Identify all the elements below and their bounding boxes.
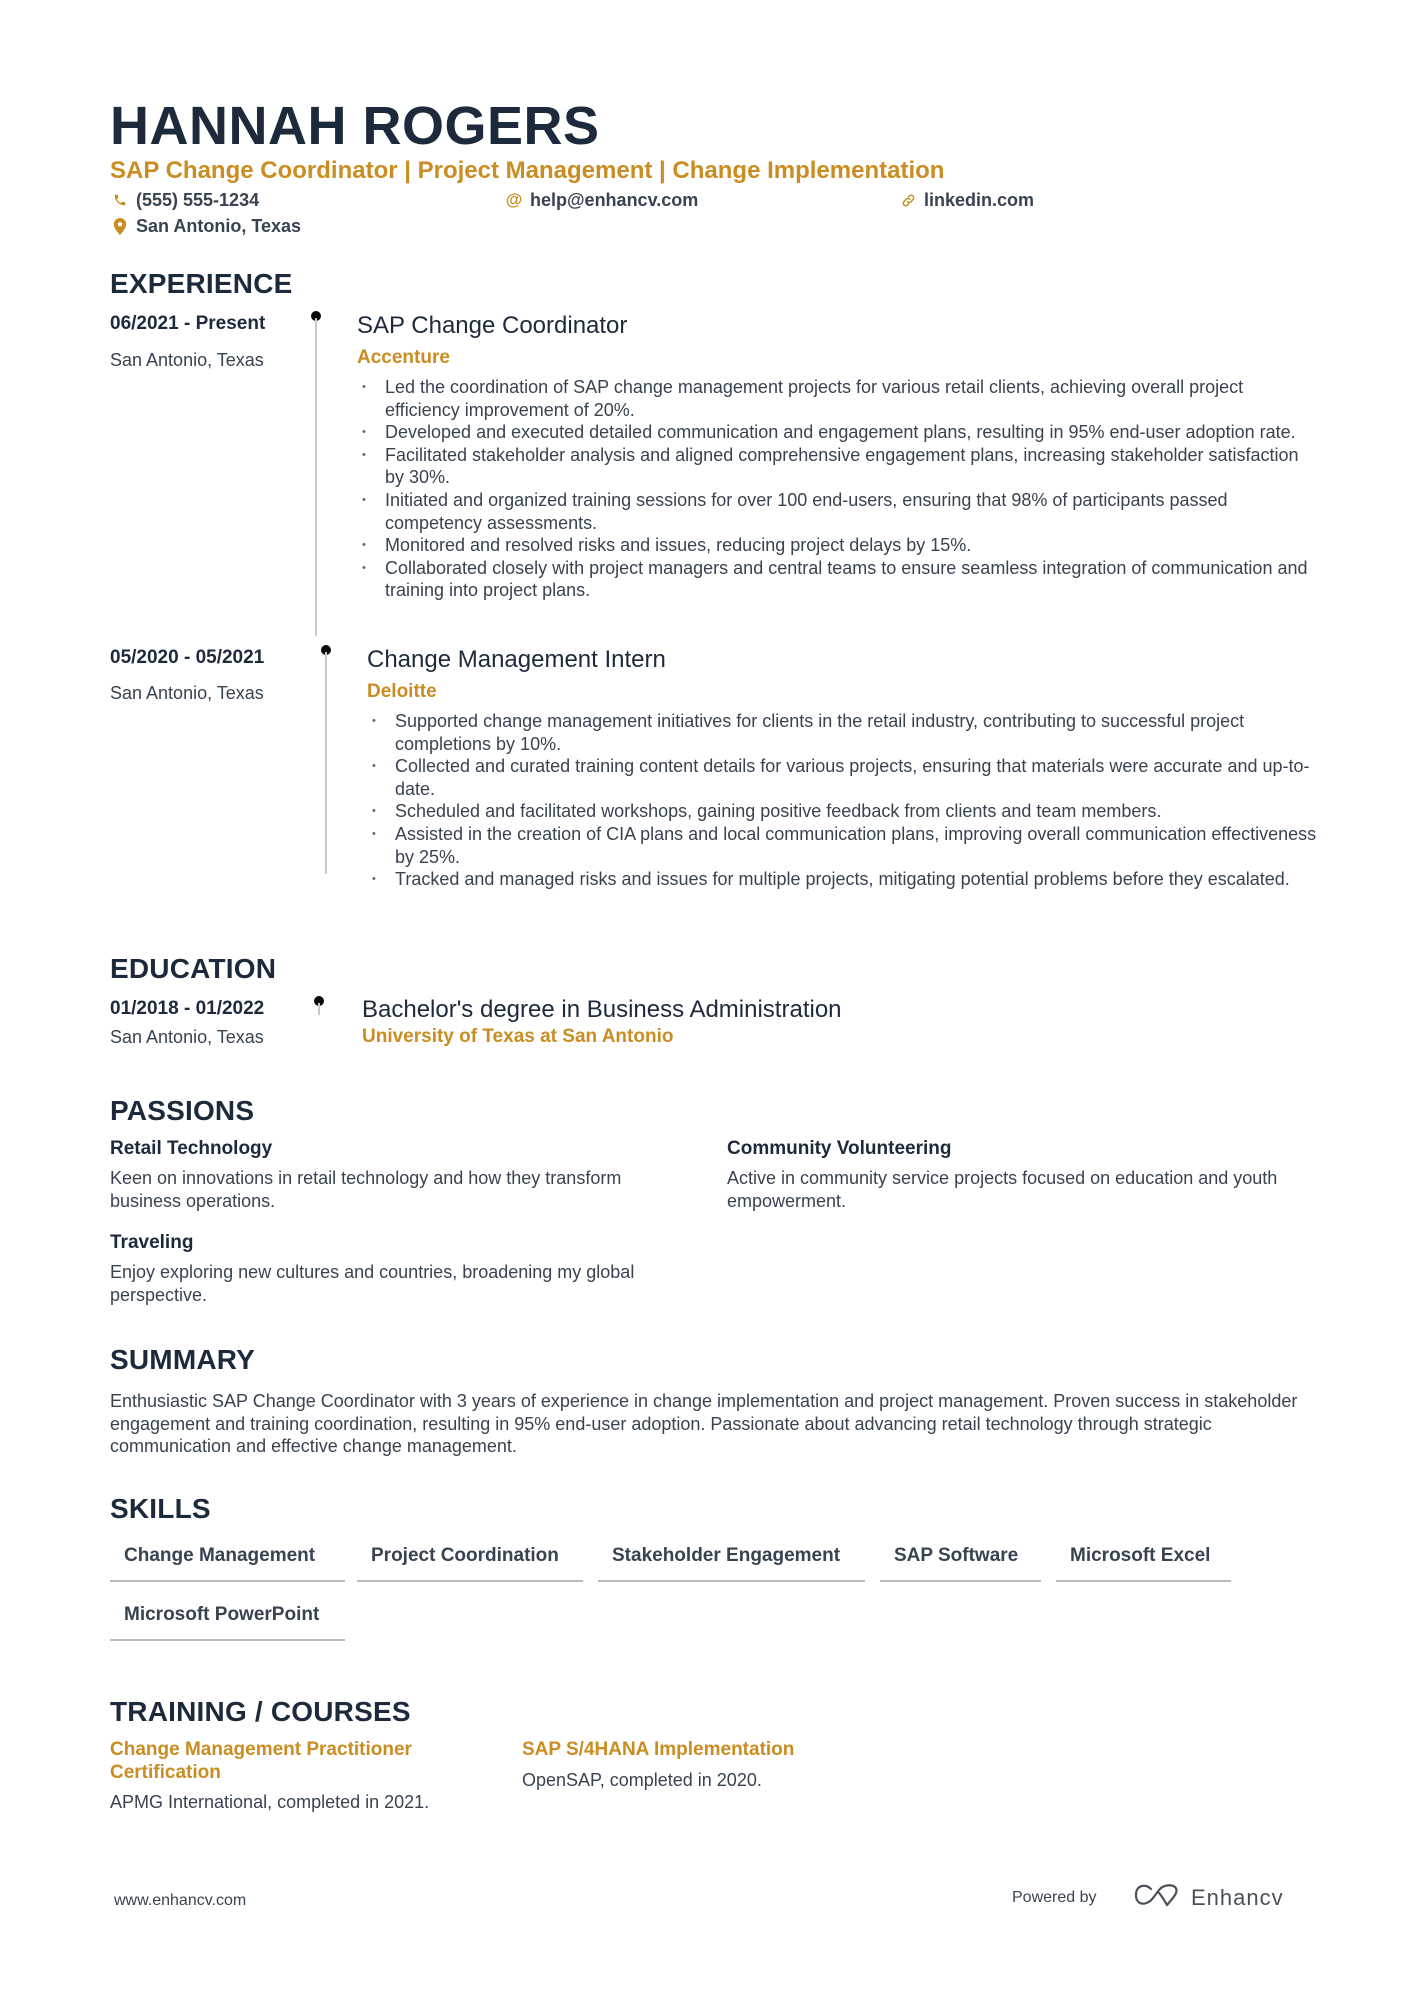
location-text: San Antonio, Texas — [136, 216, 302, 236]
job-dates: 06/2021 - Present — [110, 313, 266, 334]
passion-title: Traveling — [110, 1232, 194, 1253]
education-heading: EDUCATION — [110, 953, 277, 984]
bullet-item: Supported change management initiatives … — [370, 710, 1320, 755]
bullet-item: Facilitated stakeholder analysis and ali… — [360, 444, 1320, 489]
footer-powered-by: Powered by — [1012, 1889, 1097, 1906]
job-company: Accenture — [357, 347, 450, 368]
candidate-headline: SAP Change Coordinator | Project Managem… — [110, 157, 945, 184]
summary-heading: SUMMARY — [110, 1344, 256, 1375]
map-pin-icon — [112, 217, 128, 235]
candidate-name: HANNAH ROGERS — [110, 96, 600, 156]
link-icon — [900, 192, 916, 208]
passions-heading: PASSIONS — [110, 1095, 255, 1126]
course-title: SAP S/4HANA Implementation — [522, 1739, 795, 1760]
at-icon: @ — [505, 190, 523, 209]
contact-location: San Antonio, Texas — [112, 215, 301, 237]
job-company: Deloitte — [367, 681, 437, 702]
degree-title: Bachelor's degree in Business Administra… — [362, 996, 842, 1023]
contact-phone: (555) 555-1234 — [112, 189, 259, 211]
phone-text: (555) 555-1234 — [136, 190, 260, 210]
bullet-item: Monitored and resolved risks and issues,… — [360, 534, 1320, 557]
timeline-line — [318, 1003, 320, 1015]
education-dates: 01/2018 - 01/2022 — [110, 998, 265, 1019]
experience-heading: EXPERIENCE — [110, 268, 293, 299]
course-title: Change Management Practitioner Certifica… — [110, 1739, 412, 1783]
job-title: Change Management Intern — [367, 646, 666, 673]
passion-description: Enjoy exploring new cultures and countri… — [110, 1262, 635, 1305]
passion-title: Retail Technology — [110, 1138, 273, 1159]
bullet-item: Collected and curated training content d… — [370, 755, 1320, 800]
course-description: OpenSAP, completed in 2020. — [522, 1770, 762, 1790]
skill-tag: Project Coordination — [357, 1544, 583, 1582]
job-bullets: Supported change management initiatives … — [370, 710, 1320, 891]
timeline-line — [315, 318, 317, 636]
contact-link[interactable]: linkedin.com — [900, 189, 1034, 211]
passion-description: Active in community service projects foc… — [727, 1168, 1278, 1211]
bullet-item: Assisted in the creation of CIA plans an… — [370, 823, 1320, 868]
job-bullets: Led the coordination of SAP change manag… — [360, 376, 1320, 602]
footer-website[interactable]: www.enhancv.com — [114, 1892, 246, 1910]
bullet-item: Tracked and managed risks and issues for… — [370, 868, 1320, 891]
linkedin-link[interactable]: linkedin.com — [924, 189, 1034, 211]
bullet-item: Initiated and organized training session… — [360, 489, 1320, 534]
bullet-item: Led the coordination of SAP change manag… — [360, 376, 1320, 421]
resume-page: HANNAH ROGERS SAP Change Coordinator | P… — [0, 0, 1410, 1995]
training-heading: TRAINING / COURSES — [110, 1696, 411, 1727]
skill-tag: Microsoft Excel — [1056, 1544, 1231, 1582]
skill-tag: Change Management — [110, 1544, 345, 1582]
job-location: San Antonio, Texas — [110, 683, 264, 703]
phone-icon — [112, 192, 128, 208]
education-location: San Antonio, Texas — [110, 1027, 264, 1047]
bullet-item: Developed and executed detailed communic… — [360, 421, 1320, 444]
course-description: APMG International, completed in 2021. — [110, 1792, 430, 1812]
timeline-line — [325, 652, 327, 874]
job-title: SAP Change Coordinator — [357, 312, 628, 339]
bullet-item: Collaborated closely with project manage… — [360, 557, 1320, 602]
summary-text: Enthusiastic SAP Change Coordinator with… — [110, 1391, 1298, 1457]
skill-tag: Stakeholder Engagement — [598, 1544, 865, 1582]
bullet-item: Scheduled and facilitated workshops, gai… — [370, 800, 1320, 823]
skill-tag: Microsoft PowerPoint — [110, 1603, 345, 1641]
contact-email[interactable]: @ help@enhancv.com — [505, 189, 699, 211]
school-name: University of Texas at San Antonio — [362, 1026, 674, 1047]
skills-heading: SKILLS — [110, 1493, 211, 1524]
passion-description: Keen on innovations in retail technology… — [110, 1168, 622, 1211]
email-link[interactable]: help@enhancv.com — [530, 189, 698, 211]
job-location: San Antonio, Texas — [110, 350, 264, 370]
enhancv-logo[interactable]: Enhancv — [1133, 1882, 1284, 1913]
skill-tag: SAP Software — [880, 1544, 1041, 1582]
passion-title: Community Volunteering — [727, 1138, 952, 1159]
job-dates: 05/2020 - 05/2021 — [110, 647, 265, 668]
enhancv-brand-name: Enhancv — [1191, 1884, 1284, 1910]
enhancv-logo-icon — [1133, 1882, 1181, 1913]
